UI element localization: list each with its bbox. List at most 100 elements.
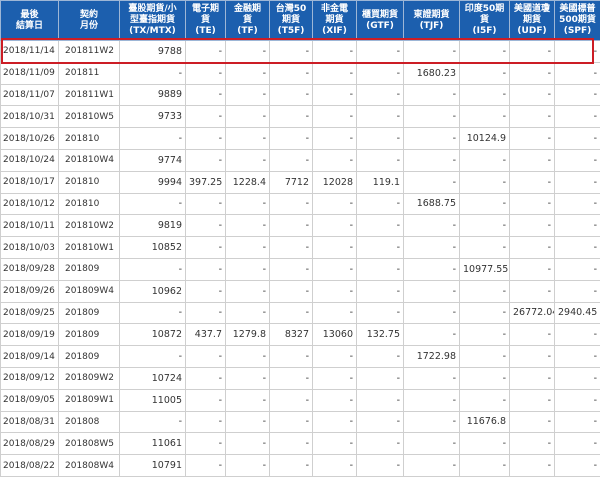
price-cell: - (226, 280, 270, 302)
price-cell: 1228.4 (226, 171, 270, 193)
price-cell: - (226, 215, 270, 237)
price-cell: - (404, 41, 460, 63)
price-cell: - (226, 367, 270, 389)
price-cell: 132.75 (357, 324, 404, 346)
contract-month-cell: 201810W4 (59, 149, 120, 171)
settlement-date-cell: 2018/10/03 (1, 237, 59, 259)
contract-month-cell: 201811W2 (59, 41, 120, 63)
price-cell: - (186, 41, 226, 63)
price-cell: - (226, 84, 270, 106)
contract-month-cell: 201810W1 (59, 237, 120, 259)
table-row: 2018/09/26201809W410962--------- (1, 280, 600, 302)
table-row: 2018/09/28201809-------10977.55-- (1, 258, 600, 280)
price-cell: - (270, 455, 313, 477)
price-cell: - (226, 433, 270, 455)
price-cell: - (313, 302, 357, 324)
price-cell: - (313, 258, 357, 280)
price-cell: - (313, 367, 357, 389)
settlement-date-cell: 2018/10/11 (1, 215, 59, 237)
contract-month-cell: 201808W4 (59, 455, 120, 477)
header-line: 期貨 (271, 15, 311, 26)
price-cell: - (510, 346, 555, 368)
price-cell: - (313, 455, 357, 477)
price-cell: 11061 (120, 433, 186, 455)
table-row: 2018/09/14201809------1722.98--- (1, 346, 600, 368)
price-cell: - (460, 389, 510, 411)
price-cell: - (313, 280, 357, 302)
price-cell: - (270, 84, 313, 106)
settlement-date-cell: 2018/08/31 (1, 411, 59, 433)
price-cell: - (313, 389, 357, 411)
price-cell: 9788 (120, 41, 186, 63)
price-cell: - (510, 128, 555, 150)
price-cell: - (460, 346, 510, 368)
price-cell: - (226, 41, 270, 63)
price-cell: - (120, 411, 186, 433)
price-cell: 9774 (120, 149, 186, 171)
price-cell: - (186, 215, 226, 237)
price-cell: - (404, 302, 460, 324)
header-udf: 美國道瓊期貨(UDF) (510, 1, 555, 41)
price-cell: 9819 (120, 215, 186, 237)
header-line: 貨 (187, 15, 224, 26)
price-cell: - (510, 62, 555, 84)
header-line: (TX/MTX) (121, 26, 184, 37)
price-cell: - (186, 346, 226, 368)
price-cell: - (460, 149, 510, 171)
table-row: 2018/11/07201811W19889--------- (1, 84, 600, 106)
price-cell: - (226, 106, 270, 128)
price-cell: - (404, 455, 460, 477)
price-cell: - (555, 411, 600, 433)
table-row: 2018/10/03201810W110852--------- (1, 237, 600, 259)
price-cell: - (510, 280, 555, 302)
price-cell: - (270, 280, 313, 302)
price-cell: - (555, 258, 600, 280)
price-cell: - (510, 193, 555, 215)
price-cell: - (226, 389, 270, 411)
price-cell: - (313, 84, 357, 106)
header-spf: 美國標普500期貨(SPF) (555, 1, 600, 41)
price-cell: - (404, 367, 460, 389)
price-cell: - (120, 346, 186, 368)
price-cell: - (555, 455, 600, 477)
header-xif: 非金電期貨(XIF) (313, 1, 357, 41)
contract-month-cell: 201809W2 (59, 367, 120, 389)
table-row: 2018/10/172018109994397.251228.477121202… (1, 171, 600, 193)
price-cell: 1680.23 (404, 62, 460, 84)
price-cell: - (404, 237, 460, 259)
settlement-date-cell: 2018/11/09 (1, 62, 59, 84)
price-cell: - (555, 389, 600, 411)
price-cell: - (270, 367, 313, 389)
price-cell: - (555, 367, 600, 389)
price-cell: - (460, 41, 510, 63)
price-cell: - (404, 84, 460, 106)
price-cell: - (510, 149, 555, 171)
price-cell: - (404, 280, 460, 302)
contract-month-cell: 201810W5 (59, 106, 120, 128)
price-cell: - (313, 106, 357, 128)
price-cell: - (186, 84, 226, 106)
price-cell: - (270, 41, 313, 63)
price-cell: - (404, 433, 460, 455)
price-cell: - (186, 433, 226, 455)
price-cell: - (510, 171, 555, 193)
settlement-date-cell: 2018/11/07 (1, 84, 59, 106)
price-cell: - (186, 411, 226, 433)
settlement-date-cell: 2018/09/05 (1, 389, 59, 411)
price-cell: - (460, 62, 510, 84)
price-cell: - (313, 41, 357, 63)
price-cell: - (510, 258, 555, 280)
header-line: (GTF) (358, 21, 402, 32)
price-cell: - (460, 193, 510, 215)
header-last-settlement-date: 最後結算日 (1, 1, 59, 41)
table-row: 2018/10/24201810W49774--------- (1, 149, 600, 171)
price-cell: - (120, 302, 186, 324)
price-cell: - (313, 411, 357, 433)
price-cell: - (555, 215, 600, 237)
settlement-date-cell: 2018/10/12 (1, 193, 59, 215)
price-cell: 26772.04 (510, 302, 555, 324)
price-cell: 1688.75 (404, 193, 460, 215)
price-cell: - (120, 193, 186, 215)
price-cell: - (555, 346, 600, 368)
price-cell: - (270, 433, 313, 455)
